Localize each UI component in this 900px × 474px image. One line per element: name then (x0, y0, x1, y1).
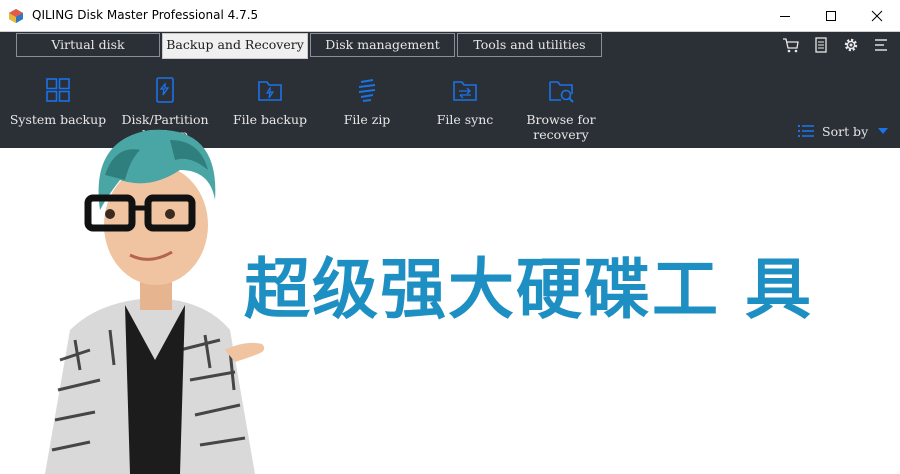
close-icon (871, 10, 883, 22)
menu-icon[interactable] (872, 36, 890, 54)
zip-icon (358, 79, 376, 102)
file-zip-button[interactable]: File zip (317, 76, 417, 127)
tab-bar: Virtual disk Backup and Recovery Disk ma… (0, 32, 900, 59)
folder-sync-icon (453, 81, 477, 101)
tab-disk-management[interactable]: Disk management (310, 33, 455, 57)
sort-by-button[interactable]: Sort by (798, 122, 868, 140)
document-icon[interactable] (812, 36, 830, 54)
tab-virtual-disk[interactable]: Virtual disk (16, 33, 160, 57)
window-title: QILING Disk Master Professional 4.7.5 (32, 8, 259, 22)
browse-recovery-icon (549, 81, 574, 103)
tab-backup-and-recovery[interactable]: Backup and Recovery (162, 33, 308, 59)
file-sync-label: File sync (436, 112, 494, 127)
banner-text: 超级强大硬碟工 具 (244, 251, 813, 328)
file-zip-label: File zip (343, 112, 391, 127)
browse-for-recovery-button[interactable]: Browse for recovery (511, 76, 611, 142)
list-icon (798, 125, 814, 137)
file-sync-button[interactable]: File sync (415, 76, 515, 127)
chevron-down-icon[interactable] (878, 128, 888, 135)
avatar-illustration (45, 129, 265, 474)
maximize-button[interactable] (808, 0, 854, 32)
title-bar: QILING Disk Master Professional 4.7.5 (0, 0, 900, 32)
gear-icon[interactable] (842, 36, 860, 54)
minimize-button[interactable] (762, 0, 808, 32)
close-button[interactable] (854, 0, 900, 32)
app-logo-icon (9, 9, 23, 23)
cart-icon[interactable] (782, 36, 800, 54)
minimize-icon (780, 16, 790, 17)
tab-tools-and-utilities[interactable]: Tools and utilities (457, 33, 602, 57)
maximize-icon (826, 11, 836, 21)
browse-for-recovery-label: Browse for recovery (526, 112, 596, 142)
sort-by-label: Sort by (822, 123, 869, 139)
